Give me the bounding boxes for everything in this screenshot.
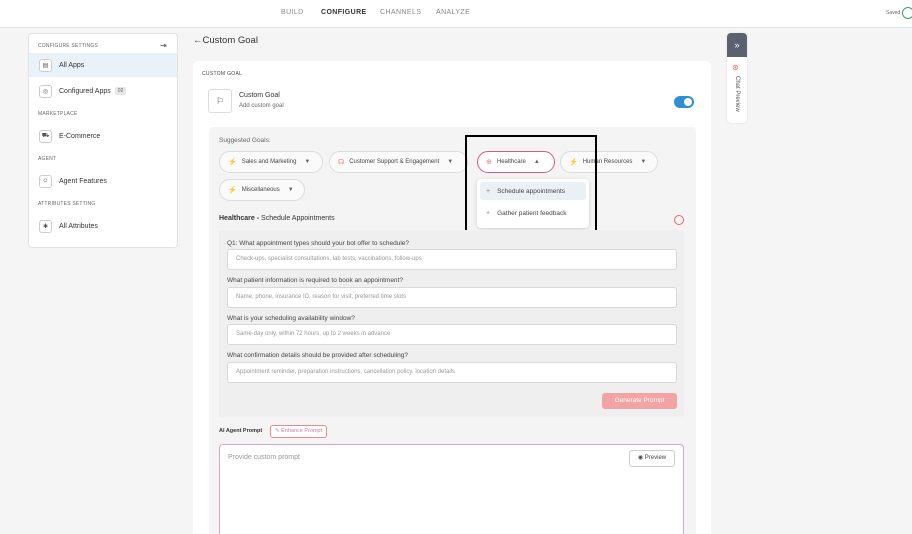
- sidebar-item-all-apps[interactable]: ▤ All Apps: [29, 53, 177, 77]
- section-marketplace: MARKETPLACE: [38, 111, 78, 117]
- chevron-down-icon: ▼: [304, 159, 311, 165]
- sidebar-item-all-attributes[interactable]: ✱ All Attributes: [29, 214, 177, 238]
- chat-icon: ⊛: [732, 63, 739, 72]
- collapse-sidebar-icon[interactable]: ⇥: [160, 41, 167, 50]
- sidebar-item-configured-apps[interactable]: ◎ Configured Apps 02: [29, 79, 177, 103]
- misc-icon: ⚡: [228, 187, 237, 194]
- goal-subtitle: Add custom goal: [239, 103, 284, 109]
- sidebar-item-ecommerce[interactable]: ⛟ E-Commerce: [29, 124, 177, 148]
- prompt-placeholder: Provide custom prompt: [228, 454, 300, 461]
- suggested-goals-label: Suggested Goals:: [219, 137, 271, 144]
- globe-icon: ◎: [39, 84, 52, 98]
- enhance-prompt-button[interactable]: ✎ Enhance Prompt: [270, 425, 328, 438]
- tab-channels[interactable]: CHANNELS: [380, 9, 421, 16]
- saved-status: Saved: [886, 10, 901, 16]
- sidebar-item-label: Agent Features: [59, 177, 107, 185]
- chevron-down-icon: ▼: [287, 187, 294, 193]
- preview-button[interactable]: ◉ Preview: [629, 450, 675, 467]
- chip-label: Sales and Marketing: [241, 159, 297, 165]
- chip-label: Miscellaneous: [241, 187, 280, 193]
- selected-goal-heading: Healthcare - Schedule Appointments: [219, 215, 335, 222]
- sidebar-item-label: All Attributes: [59, 222, 98, 230]
- selected-category: Healthcare -: [219, 215, 262, 222]
- selected-goal: Schedule Appointments: [261, 215, 335, 222]
- sidebar-item-agent-features[interactable]: ☺ Agent Features: [29, 169, 177, 193]
- question-label: What is your scheduling availability win…: [227, 315, 355, 322]
- section-label: CUSTOM GOAL: [202, 71, 243, 77]
- tab-build[interactable]: BUILD: [281, 9, 304, 16]
- chip-customer-support[interactable]: ☊ Customer Support & Engagement ▼: [329, 151, 468, 173]
- remove-goal-icon[interactable]: [674, 215, 684, 225]
- agent-prompt-label: AI Agent Prompt: [219, 428, 263, 434]
- answer-input[interactable]: Check-ups, specialist consultations, lab…: [227, 249, 677, 270]
- section-attributes-setting: ATTRIBUTES SETTING: [38, 201, 96, 207]
- preview-label: Preview: [644, 455, 667, 461]
- headset-icon: ☊: [338, 159, 345, 166]
- enhance-label: Enhance Prompt: [281, 428, 323, 434]
- question-label: What confirmation details should be prov…: [227, 352, 409, 359]
- chip-label: Customer Support & Engagement: [349, 159, 440, 165]
- answer-input[interactable]: Appointment reminder, preparation instru…: [227, 362, 677, 383]
- question-label: Q1: What appointment types should your b…: [227, 240, 409, 247]
- goal-title: Custom Goal: [239, 92, 280, 99]
- page-title-text: Custom Goal: [202, 35, 258, 46]
- sidebar-item-label: Configured Apps: [59, 87, 111, 95]
- count-badge: 02: [114, 87, 127, 95]
- saved-check-icon: [902, 7, 912, 19]
- sidebar-item-label: All Apps: [59, 61, 85, 69]
- section-configure-settings: CONFIGURE SETTINGS: [38, 43, 98, 49]
- page-title: ←Custom Goal: [193, 35, 258, 46]
- question-label: What patient information is required to …: [227, 277, 403, 284]
- tab-configure[interactable]: CONFIGURE: [321, 9, 367, 16]
- chevron-down-icon: ▼: [447, 159, 454, 165]
- back-arrow-icon[interactable]: ←: [193, 35, 203, 46]
- tab-analyze[interactable]: ANALYZE: [436, 9, 470, 16]
- chat-preview-label: Chat Preview: [734, 76, 740, 112]
- chip-sales-marketing[interactable]: ⚡ Sales and Marketing ▼: [219, 151, 323, 173]
- chip-miscellaneous[interactable]: ⚡ Miscellaneous ▼: [219, 179, 305, 201]
- users-icon: ✱: [39, 219, 52, 233]
- chevron-down-icon: ▼: [640, 159, 647, 165]
- expand-icon[interactable]: »: [727, 33, 747, 57]
- answer-input[interactable]: Same-day only, within 72 hours, up to 2 …: [227, 324, 677, 345]
- answer-input[interactable]: Name, phone, insurance ID, reason for vi…: [227, 287, 677, 308]
- section-agent: AGENT: [38, 156, 57, 162]
- cart-icon: ⛟: [39, 129, 52, 143]
- generate-prompt-button[interactable]: Generate Prompt: [602, 393, 677, 409]
- apps-icon: ▤: [39, 58, 52, 72]
- robot-icon: ☺: [39, 174, 52, 188]
- eye-icon: ◉: [637, 455, 645, 461]
- highlight-frame: [465, 135, 597, 242]
- goal-enable-toggle[interactable]: [674, 96, 694, 108]
- sidebar-item-label: E-Commerce: [59, 132, 101, 140]
- flag-icon: ⚐: [208, 89, 232, 113]
- chart-icon: ⚡: [228, 159, 237, 166]
